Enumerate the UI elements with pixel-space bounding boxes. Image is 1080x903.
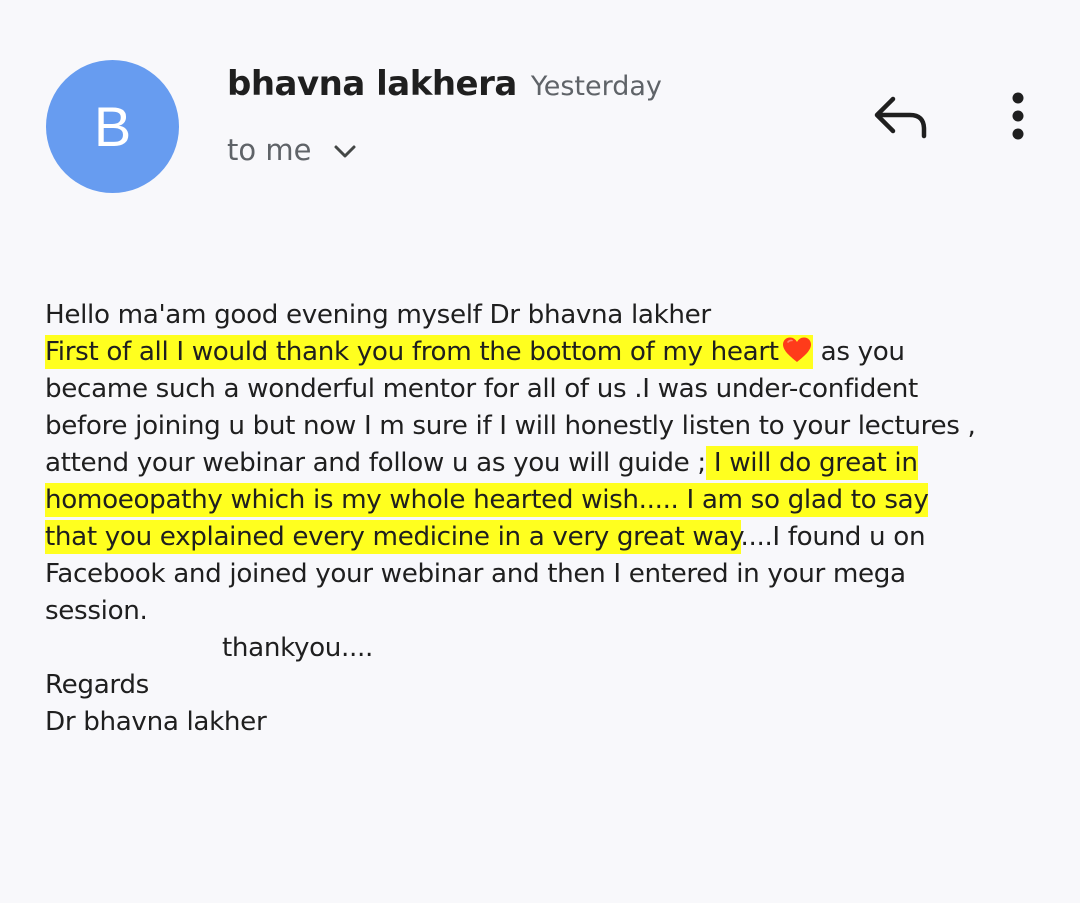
more-vertical-icon	[1012, 92, 1024, 140]
chevron-down-icon[interactable]	[333, 144, 357, 165]
body-text-segment: ....I found u on	[740, 522, 926, 552]
sender-name[interactable]: bhavna lakhera	[227, 64, 517, 104]
body-text-segment: as you	[812, 337, 905, 367]
highlighted-text: that you explained every medicine in a v…	[45, 520, 741, 554]
email-body: Hello ma'am good evening myself Dr bhavn…	[45, 297, 1055, 741]
email-timestamp: Yesterday	[530, 71, 662, 102]
body-line-regards: Regards	[45, 670, 149, 700]
highlight-text: First of all I would thank you from the …	[45, 337, 779, 367]
reply-icon	[874, 96, 927, 139]
body-line-signature: Dr bhavna lakher	[45, 707, 267, 737]
recipient-label: to me	[227, 133, 312, 167]
body-line: before joining u but now I m sure if I w…	[45, 411, 976, 441]
highlighted-text: I will do great in	[705, 446, 918, 480]
red-heart-icon	[781, 336, 813, 375]
body-line-signoff: thankyou....	[222, 633, 373, 663]
body-text-segment: attend your webinar and follow u as you …	[45, 448, 706, 478]
more-options-button[interactable]	[998, 90, 1038, 146]
highlighted-text: homoeopathy which is my whole hearted wi…	[45, 483, 929, 517]
body-line: session.	[45, 596, 148, 626]
body-line: First of all I would thank you from the …	[45, 334, 1055, 371]
sender-line: bhavna lakhera Yesterday	[227, 64, 662, 104]
body-line: that you explained every medicine in a v…	[45, 519, 1055, 556]
highlighted-text: First of all I would thank you from the …	[45, 335, 813, 369]
body-line: became such a wonderful mentor for all o…	[45, 374, 918, 404]
body-line: Facebook and joined your webinar and the…	[45, 559, 906, 589]
recipient-toggle[interactable]: to me	[227, 133, 357, 167]
body-line: homoeopathy which is my whole hearted wi…	[45, 482, 1055, 519]
sender-avatar[interactable]: B	[46, 60, 179, 193]
body-line: Hello ma'am good evening myself Dr bhavn…	[45, 300, 711, 330]
reply-button[interactable]	[866, 88, 934, 144]
email-header: B bhavna lakhera Yesterday to me	[0, 0, 1080, 220]
body-line: attend your webinar and follow u as you …	[45, 445, 1055, 482]
